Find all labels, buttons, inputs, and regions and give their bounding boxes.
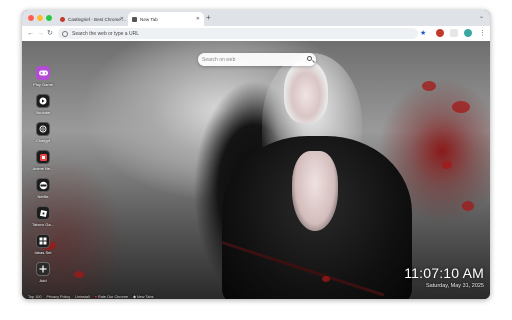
tab-castlegrief[interactable]: Castlegrief - Best Chrome ... ✕ <box>56 12 128 26</box>
address-bar[interactable]: Search the web or type a URL <box>58 28 418 39</box>
footer-links: Top 100 Privacy Policy Uninstall ♥ Rate O… <box>28 294 154 300</box>
apps-icon <box>36 234 50 248</box>
shortcut-youtube[interactable]: Youtube <box>31 94 55 115</box>
tab-label: New Tab <box>140 16 158 22</box>
chatgpt-icon <box>36 122 50 136</box>
anime-icon <box>36 150 50 164</box>
footer-link-new-tabs-label: New Tabs <box>136 294 154 299</box>
clock-time: 11:07:10 AM <box>404 265 484 281</box>
shortcut-label: Ideas Set <box>34 250 52 255</box>
footer-link-privacy-policy[interactable]: Privacy Policy <box>47 294 71 299</box>
shortcut-label: Anime Ne... <box>32 166 54 171</box>
blossom-decoration <box>462 201 474 211</box>
footer-link-new-tabs[interactable]: ◆ New Tabs <box>132 294 154 300</box>
blossom-decoration <box>322 276 330 282</box>
maximize-window-button[interactable] <box>46 15 52 21</box>
more-menu-icon[interactable]: ⋮ <box>479 28 486 39</box>
profile-avatar-icon[interactable] <box>464 29 472 37</box>
youtube-icon <box>36 94 50 108</box>
extension-icon[interactable] <box>436 29 444 37</box>
clock-date: Saturday, May 31, 2025 <box>426 283 484 289</box>
new-tab-button[interactable]: + <box>206 13 211 23</box>
shortcut-anime[interactable]: Anime Ne... <box>31 150 55 171</box>
web-search-box[interactable] <box>198 53 316 66</box>
tab-new-tab[interactable]: New Tab ✕ <box>128 12 204 26</box>
tabs-icon: ◆ <box>132 295 136 299</box>
footer-link-rate-label: Rate Our Chrome <box>97 294 128 299</box>
shortcut-add[interactable]: Add <box>31 262 55 283</box>
tab-bar: Castlegrief - Best Chrome ... ✕ New Tab … <box>22 10 490 26</box>
shortcut-tabcro[interactable]: Tabcro Ga... <box>31 206 55 227</box>
close-tab-icon[interactable]: ✕ <box>196 16 200 22</box>
wallpaper-face <box>284 61 328 123</box>
shortcut-label: Netflix <box>37 194 49 199</box>
extensions-puzzle-icon[interactable] <box>450 29 458 37</box>
footer-link-rate[interactable]: ♥ Rate Our Chrome <box>95 294 128 299</box>
blossom-decoration <box>74 271 84 278</box>
castlegrief-favicon-icon <box>60 16 65 22</box>
close-window-button[interactable] <box>28 15 34 21</box>
footer-link-uninstall[interactable]: Uninstall <box>75 294 90 299</box>
minimize-window-button[interactable] <box>37 15 43 21</box>
back-icon[interactable]: ← <box>27 28 34 39</box>
reload-icon[interactable]: ↻ <box>47 28 53 39</box>
tab-search-chevron-icon[interactable]: ⌄ <box>479 13 484 20</box>
browser-toolbar: ← → ↻ Search the web or type a URL ★ ⋮ <box>22 26 490 42</box>
blossom-decoration <box>422 81 436 91</box>
heart-icon: ♥ <box>94 294 97 299</box>
bookmark-star-icon[interactable]: ★ <box>420 28 426 39</box>
tab-label: Castlegrief - Best Chrome ... <box>68 16 126 22</box>
wallpaper-figure-detail <box>292 151 338 231</box>
shortcut-label: Play Game <box>33 82 53 87</box>
shortcut-ideas-set[interactable]: Ideas Set <box>31 234 55 255</box>
new-tab-page: Play Game Youtube Chatgpt Anime Ne... <box>22 41 490 299</box>
roblox-icon <box>36 206 50 220</box>
browser-window: Castlegrief - Best Chrome ... ✕ New Tab … <box>22 10 490 299</box>
shortcut-label: Add <box>39 278 47 283</box>
close-tab-icon[interactable]: ✕ <box>120 16 124 22</box>
search-icon <box>62 30 68 37</box>
forward-icon[interactable]: → <box>37 28 44 39</box>
shortcut-netflix[interactable]: Netflix <box>31 178 55 199</box>
blossom-decoration <box>442 161 452 169</box>
address-bar-placeholder: Search the web or type a URL <box>72 30 139 37</box>
shortcut-chatgpt[interactable]: Chatgpt <box>31 122 55 143</box>
shortcut-play-game[interactable]: Play Game <box>31 66 55 87</box>
netflix-icon <box>36 178 50 192</box>
search-input[interactable] <box>202 56 302 63</box>
blossom-decoration <box>452 101 470 113</box>
shortcut-label: Youtube <box>35 110 51 115</box>
search-icon[interactable] <box>307 56 312 61</box>
new-tab-favicon-icon <box>132 16 137 22</box>
shortcut-label: Tabcro Ga... <box>32 222 54 227</box>
game-icon <box>36 66 50 80</box>
footer-link-top-100[interactable]: Top 100 <box>28 294 42 299</box>
plus-icon <box>36 262 50 276</box>
shortcut-label: Chatgpt <box>35 138 50 143</box>
